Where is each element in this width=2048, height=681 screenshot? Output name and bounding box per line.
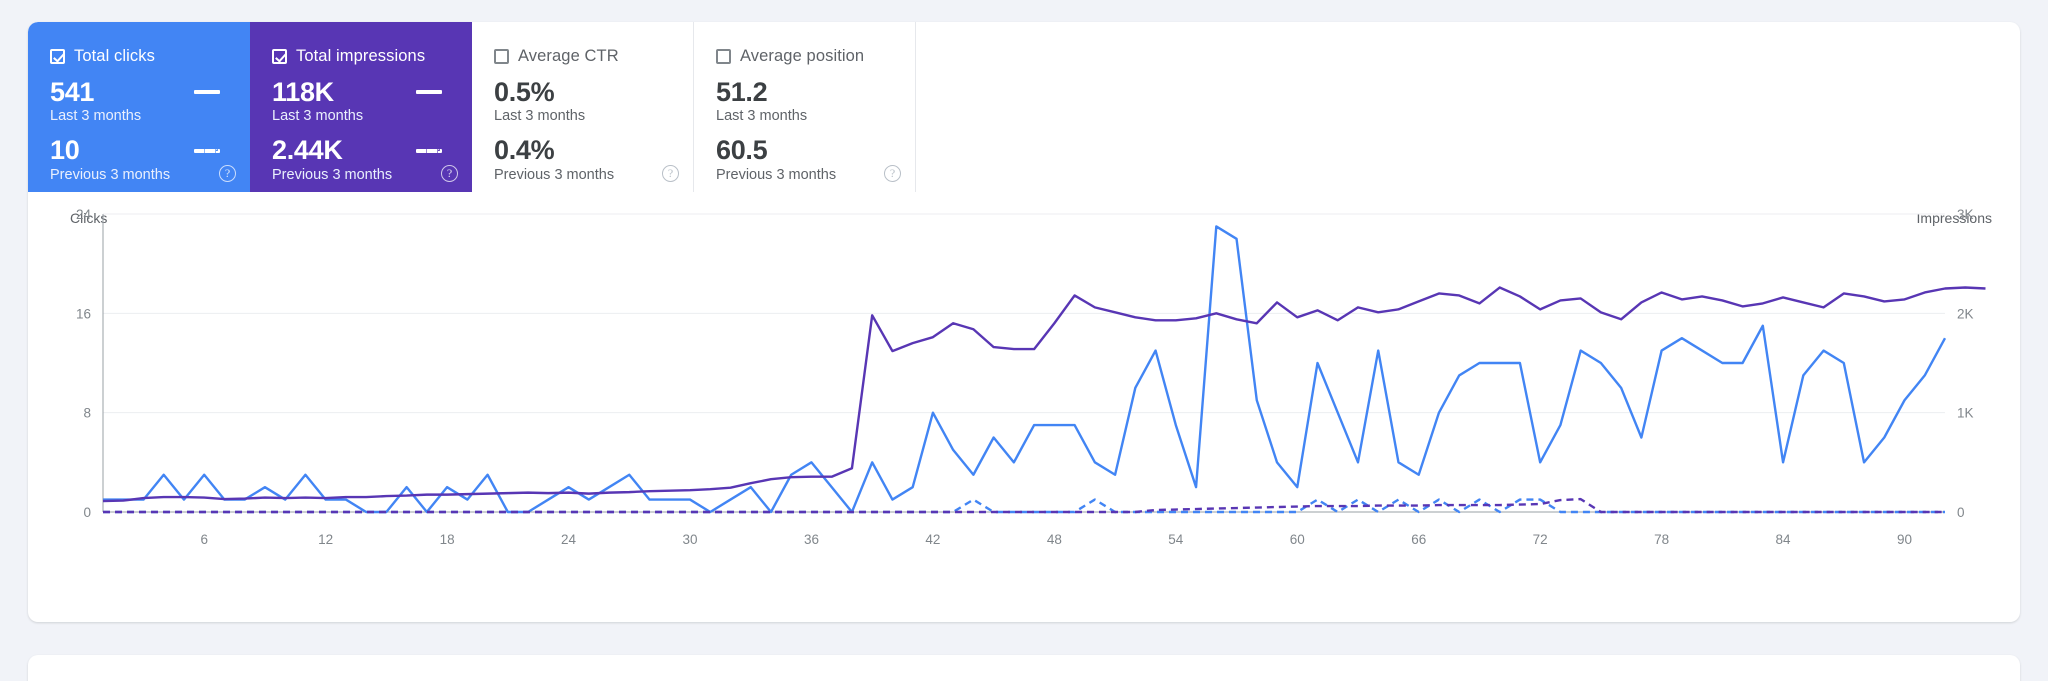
help-icon[interactable]: ? [662, 165, 679, 182]
metric-tile-label: Total clicks [74, 46, 155, 65]
current-period-label: Last 3 months [716, 108, 808, 125]
solid-line-legend-icon [416, 90, 442, 95]
svg-text:30: 30 [682, 532, 697, 547]
svg-text:1K: 1K [1957, 406, 1974, 421]
current-metric-row: 51.2 [716, 77, 886, 107]
previous-metric-row: 10 [50, 135, 220, 166]
metric-tile-label: Average CTR [518, 46, 619, 65]
next-section-card [28, 655, 2020, 681]
svg-text:42: 42 [925, 532, 940, 547]
svg-text:78: 78 [1654, 532, 1669, 547]
previous-period-label: Previous 3 months [494, 166, 615, 183]
solid-line-legend-icon [194, 90, 220, 95]
svg-text:16: 16 [76, 306, 91, 321]
performance-page: Total clicks 541 Last 3 months 10 Previo… [0, 0, 2048, 681]
current-value: 0.5% [494, 77, 555, 107]
previous-period-label: Previous 3 months [716, 166, 837, 183]
metric-tile-total-clicks[interactable]: Total clicks 541 Last 3 months 10 Previo… [28, 22, 250, 192]
svg-text:60: 60 [1290, 532, 1305, 547]
help-icon[interactable]: ? [441, 165, 458, 182]
svg-text:6: 6 [200, 532, 208, 547]
checkbox-unchecked-icon[interactable] [716, 48, 731, 64]
tile-header: Total clicks [50, 46, 230, 66]
checkbox-checked-icon[interactable] [272, 48, 287, 64]
svg-text:54: 54 [1168, 532, 1184, 547]
current-period-label: Last 3 months [272, 108, 364, 125]
checkbox-unchecked-icon[interactable] [494, 48, 509, 64]
previous-period-label: Previous 3 months [50, 166, 171, 183]
svg-text:3K: 3K [1957, 207, 1974, 222]
chart-canvas: 0 0 8 1K 16 2K 24 3K 6 12 18 24 30 36 42 48 54 60 66 72 78 84… [76, 207, 1986, 547]
current-value: 118K [272, 77, 334, 107]
svg-text:36: 36 [804, 532, 819, 547]
svg-text:0: 0 [83, 505, 91, 520]
current-metric-row: 0.5% [494, 77, 664, 107]
svg-text:48: 48 [1047, 532, 1062, 547]
svg-text:12: 12 [318, 532, 333, 547]
svg-text:24: 24 [561, 532, 577, 547]
help-icon[interactable]: ? [219, 165, 236, 182]
metric-tile-average-ctr[interactable]: Average CTR 0.5% Last 3 months 0.4% Prev… [472, 22, 694, 192]
previous-metric-row: 2.44K [272, 135, 442, 166]
dashed-line-legend-icon [194, 148, 220, 153]
metric-tiles-row: Total clicks 541 Last 3 months 10 Previo… [28, 22, 916, 192]
previous-value: 0.4% [494, 135, 555, 166]
previous-period-label: Previous 3 months [272, 166, 393, 183]
metric-tile-total-impressions[interactable]: Total impressions 118K Last 3 months 2.4… [250, 22, 472, 192]
current-value: 51.2 [716, 77, 768, 107]
metric-tile-label: Average position [740, 46, 865, 65]
svg-text:2K: 2K [1957, 306, 1974, 321]
performance-card: Total clicks 541 Last 3 months 10 Previo… [28, 22, 2020, 622]
tile-header: Total impressions [272, 46, 452, 66]
tile-header: Average position [716, 46, 895, 66]
tile-header: Average CTR [494, 46, 673, 66]
current-metric-row: 541 [50, 78, 220, 106]
svg-text:24: 24 [76, 207, 92, 222]
svg-text:72: 72 [1533, 532, 1548, 547]
checkbox-checked-icon[interactable] [50, 48, 65, 64]
metric-tile-label: Total impressions [296, 46, 426, 65]
current-metric-row: 118K [272, 78, 442, 106]
current-value: 541 [50, 77, 95, 107]
svg-text:0: 0 [1957, 505, 1965, 520]
svg-text:18: 18 [440, 532, 455, 547]
svg-text:90: 90 [1897, 532, 1912, 547]
previous-value: 10 [50, 135, 80, 166]
performance-chart[interactable]: Clicks Impressions 0 0 8 1K 16 2K 24 3K 6 12 18 24 3… [28, 192, 2020, 622]
previous-value: 60.5 [716, 135, 768, 166]
previous-metric-row: 60.5 [716, 135, 886, 166]
svg-text:84: 84 [1776, 532, 1792, 547]
dashed-line-legend-icon [416, 148, 442, 153]
svg-text:8: 8 [83, 406, 91, 421]
current-period-label: Last 3 months [494, 108, 586, 125]
metric-tile-average-position[interactable]: Average position 51.2 Last 3 months 60.5… [694, 22, 916, 192]
current-period-label: Last 3 months [50, 108, 142, 125]
help-icon[interactable]: ? [884, 165, 901, 182]
previous-metric-row: 0.4% [494, 135, 664, 166]
svg-text:66: 66 [1411, 532, 1426, 547]
previous-value: 2.44K [272, 135, 343, 166]
